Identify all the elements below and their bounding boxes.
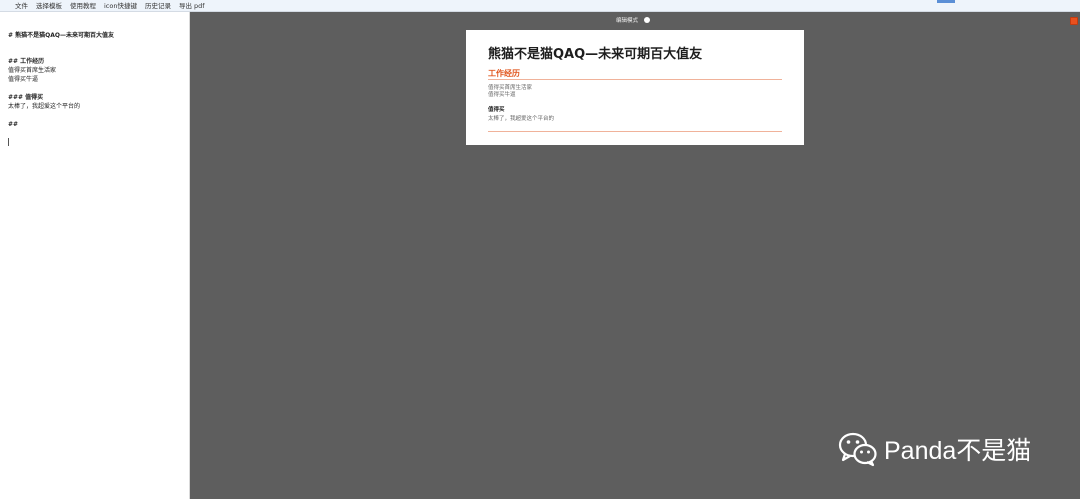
menu-tutorial[interactable]: 使用教程 (70, 0, 96, 12)
section-divider (488, 79, 782, 80)
markdown-editor[interactable]: # 熊猫不是猫QAQ—未来可期百大值友 ## 工作经历 值得买首席生活家 值得买… (0, 12, 190, 499)
edit-mode-switch[interactable] (642, 17, 653, 23)
editor-line-paragraph[interactable]: 太棒了，我超爱这个平台的 (8, 103, 80, 111)
wechat-icon (838, 431, 878, 467)
section-divider (488, 131, 782, 132)
corner-color-button[interactable] (1070, 17, 1078, 25)
editor-line-item[interactable]: 值得买牛逼 (8, 76, 38, 84)
editor-line-item[interactable]: 值得买首席生活家 (8, 67, 56, 75)
menu-history[interactable]: 历史记录 (145, 0, 171, 12)
text-caret (8, 138, 9, 146)
preview-item: 值得买首席生活家 (488, 85, 533, 91)
editor-line-h1[interactable]: # 熊猫不是猫QAQ—未来可期百大值友 (8, 32, 114, 40)
watermark: Panda不是猫 (838, 431, 1031, 467)
menu-accent-bar (937, 0, 955, 3)
menu-choose-template[interactable]: 选择模板 (36, 0, 62, 12)
preview-title: 熊猫不是猫QAQ—未来可期百大值友 (488, 47, 703, 62)
menu-icon-shortcuts[interactable]: icon快捷键 (104, 0, 137, 12)
preview-subsection-title: 值得买 (488, 107, 505, 113)
menu-export-pdf[interactable]: 导出 pdf (179, 0, 205, 12)
menu-file[interactable]: 文件 (15, 0, 28, 12)
editor-line-h2[interactable]: ## 工作经历 (8, 58, 44, 66)
preview-paragraph: 太棒了，我超爱这个平台的 (488, 116, 555, 122)
preview-section-title: 工作经历 (488, 69, 520, 78)
editor-line-h3[interactable]: ### 值得买 (8, 94, 43, 102)
switch-knob (644, 17, 651, 23)
watermark-text: Panda不是猫 (884, 437, 1032, 465)
resume-preview: 熊猫不是猫QAQ—未来可期百大值友 工作经历 值得买首席生活家 值得买牛逼 值得… (466, 30, 804, 145)
edit-mode-label: 编辑模式 (616, 18, 639, 24)
menu-bar: 文件 选择模板 使用教程 icon快捷键 历史记录 导出 pdf (0, 0, 1080, 12)
preview-item: 值得买牛逼 (488, 92, 516, 98)
editor-line-h2-empty[interactable]: ## (8, 121, 18, 129)
edit-mode-toggle[interactable]: 编辑模式 (616, 16, 653, 24)
